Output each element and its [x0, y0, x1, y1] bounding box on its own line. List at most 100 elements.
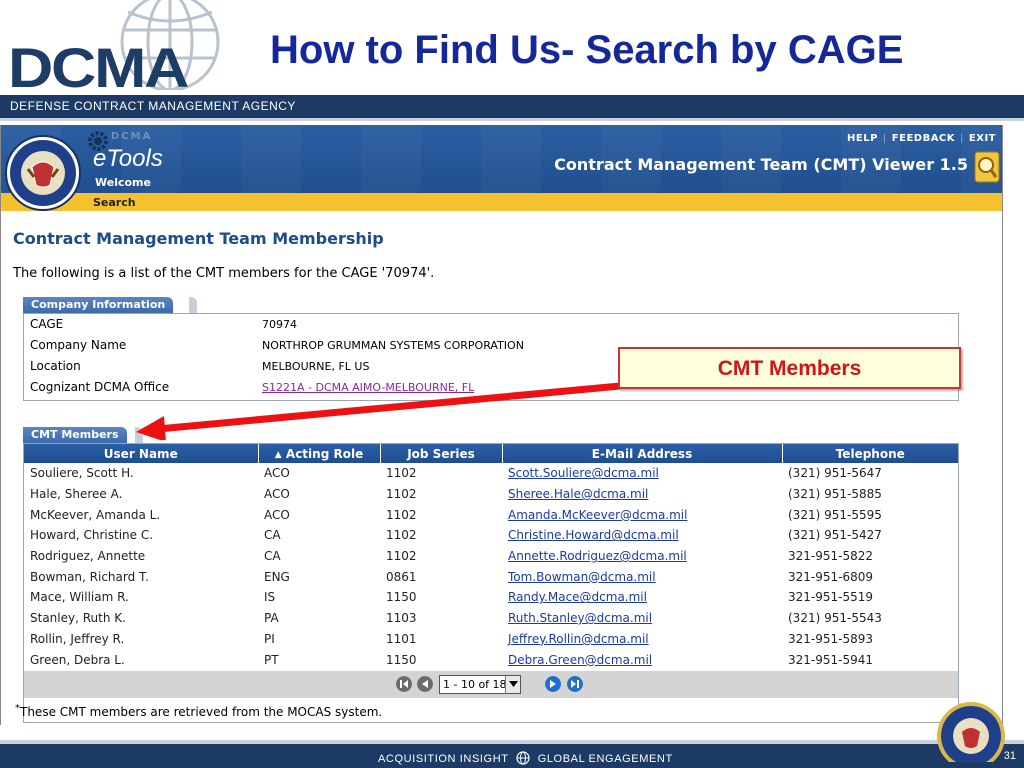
- page-range-value: 1 - 10 of 18: [443, 678, 507, 691]
- telephone-cell: (321) 951-5427: [788, 528, 882, 543]
- tagline: ACQUISITION INSIGHT GLOBAL ENGAGEMENT: [378, 751, 673, 765]
- email-link[interactable]: Randy.Mace@dcma.mil: [502, 587, 782, 608]
- email-link[interactable]: Annette.Rodriguez@dcma.mil: [502, 546, 782, 567]
- table-row: Stanley, Ruth K. PA 1103 Ruth.Stanley@dcma.…: [24, 608, 958, 629]
- welcome-label: Welcome: [95, 176, 151, 189]
- job-series-cell: 0861: [386, 569, 417, 584]
- acting-role-cell: CA: [264, 528, 281, 543]
- cmt-members-panel: User Name ▲ Acting Role Job Series E-Mai…: [23, 443, 959, 723]
- acting-role-cell: PI: [264, 631, 275, 646]
- page-range-select[interactable]: 1 - 10 of 18: [439, 675, 521, 694]
- column-header-telephone[interactable]: Telephone: [782, 444, 958, 463]
- telephone-cell: 321-951-5893: [788, 631, 874, 646]
- user-name-cell: Rodriguez, Annette: [30, 549, 146, 564]
- nav-item-search[interactable]: Search: [93, 196, 136, 209]
- nav-strip: Search: [1, 193, 1002, 211]
- agency-bar: DEFENSE CONTRACT MANAGEMENT AGENCY: [0, 95, 1024, 118]
- table-row: Bowman, Richard T. ENG 0861 Tom.Bowman@dcma…: [24, 566, 958, 587]
- email-link[interactable]: Amanda.McKeever@dcma.mil: [502, 504, 782, 525]
- user-name-cell: McKeever, Amanda L.: [30, 507, 161, 522]
- exit-link[interactable]: EXIT: [969, 133, 996, 144]
- dcma-seal-icon: [5, 135, 81, 211]
- job-series-cell: 1150: [386, 652, 417, 667]
- company-row-cage: CAGE 70974: [24, 314, 958, 335]
- globe-icon: [516, 751, 530, 765]
- first-page-icon[interactable]: [396, 676, 412, 692]
- job-series-cell: 1101: [386, 631, 417, 646]
- chevron-down-icon: [505, 676, 520, 693]
- magnifier-icon: [974, 151, 1000, 183]
- telephone-cell: 321-951-5941: [788, 652, 874, 667]
- email-link[interactable]: Scott.Souliere@dcma.mil: [502, 463, 782, 484]
- footnote-text: These CMT members are retrieved from the…: [20, 705, 383, 719]
- cmt-members-callout: CMT Members: [618, 347, 961, 389]
- corner-seal-icon: [937, 702, 1005, 762]
- user-name-cell: Hale, Sheree A.: [30, 487, 123, 502]
- last-page-icon[interactable]: [567, 676, 583, 692]
- table-row: Mace, William R. IS 1150 Randy.Mace@dcma.mi…: [24, 587, 958, 608]
- content: Contract Management Team Membership The …: [13, 229, 993, 281]
- help-link[interactable]: HELP: [847, 133, 878, 144]
- table-row: McKeever, Amanda L. ACO 1102 Amanda.McKeeve…: [24, 504, 958, 525]
- dcma-logo: DCMA: [8, 36, 189, 99]
- job-series-cell: 1102: [386, 549, 417, 564]
- company-label: Location: [30, 359, 81, 373]
- company-value: NORTHROP GRUMMAN SYSTEMS CORPORATION: [262, 339, 524, 352]
- telephone-cell: (321) 951-5543: [788, 611, 882, 626]
- members-table-body: Souliere, Scott H. ACO 1102 Scott.Souliere@…: [24, 463, 958, 670]
- job-series-cell: 1102: [386, 528, 417, 543]
- job-series-cell: 1102: [386, 466, 417, 481]
- divider: [0, 118, 1024, 121]
- tagline-right: GLOBAL ENGAGEMENT: [537, 753, 673, 765]
- job-series-cell: 1103: [386, 611, 417, 626]
- acting-role-cell: PA: [264, 611, 279, 626]
- pager: 1 - 10 of 18: [24, 671, 958, 698]
- user-name-cell: Howard, Christine C.: [30, 528, 154, 543]
- acting-role-cell: CA: [264, 549, 281, 564]
- tagline-left: ACQUISITION INSIGHT: [378, 753, 509, 765]
- callout-text: CMT Members: [717, 357, 862, 380]
- app-title: Contract Management Team (CMT) Viewer 1.…: [554, 155, 968, 174]
- table-row: Howard, Christine C. CA 1102 Christine.Howa…: [24, 525, 958, 546]
- page-heading: Contract Management Team Membership: [13, 229, 384, 248]
- etools-brand-name: eTools: [93, 145, 163, 172]
- email-link[interactable]: Debra.Green@dcma.mil: [502, 649, 782, 670]
- footnote: *These CMT members are retrieved from th…: [15, 703, 382, 719]
- company-label: Company Name: [30, 338, 127, 352]
- telephone-cell: (321) 951-5595: [788, 507, 882, 522]
- user-name-cell: Green, Debra L.: [30, 652, 125, 667]
- email-link[interactable]: Christine.Howard@dcma.mil: [502, 525, 782, 546]
- table-row: Rodriguez, Annette CA 1102 Annette.Rodrigue…: [24, 546, 958, 567]
- user-name-cell: Rollin, Jeffrey R.: [30, 631, 125, 646]
- cmt-members-tab: CMT Members: [23, 427, 127, 443]
- table-row: Hale, Sheree A. ACO 1102 Sheree.Hale@dcma.m…: [24, 484, 958, 505]
- previous-page-icon[interactable]: [417, 676, 433, 692]
- user-name-cell: Souliere, Scott H.: [30, 466, 134, 481]
- app-banner: DCMA eTools Welcome HELP | FEEDBACK | EXIT C…: [1, 125, 1002, 193]
- footer-bar: ACQUISITION INSIGHT GLOBAL ENGAGEMENT 31: [0, 744, 1024, 768]
- acting-role-cell: ENG: [264, 569, 290, 584]
- job-series-cell: 1102: [386, 507, 417, 522]
- acting-role-cell: IS: [264, 590, 276, 605]
- column-header-user-name[interactable]: User Name: [24, 444, 259, 463]
- telephone-cell: 321-951-5822: [788, 549, 874, 564]
- table-header-row: User Name ▲ Acting Role Job Series E-Mai…: [24, 444, 958, 463]
- email-link[interactable]: Tom.Bowman@dcma.mil: [502, 566, 782, 587]
- table-row: Rollin, Jeffrey R. PI 1101 Jeffrey.Rollin@d…: [24, 629, 958, 650]
- email-link[interactable]: Sheree.Hale@dcma.mil: [502, 484, 782, 505]
- table-row: Souliere, Scott H. ACO 1102 Scott.Souliere@…: [24, 463, 958, 484]
- job-series-cell: 1150: [386, 590, 417, 605]
- job-series-cell: 1102: [386, 487, 417, 502]
- email-link[interactable]: Jeffrey.Rollin@dcma.mil: [502, 629, 782, 650]
- next-page-icon[interactable]: [545, 676, 561, 692]
- user-name-cell: Mace, William R.: [30, 590, 129, 605]
- agency-name: DEFENSE CONTRACT MANAGEMENT AGENCY: [10, 99, 296, 113]
- telephone-cell: 321-951-6809: [788, 569, 874, 584]
- column-header-acting-role[interactable]: ▲ Acting Role: [258, 444, 381, 463]
- column-header-job-series[interactable]: Job Series: [380, 444, 503, 463]
- column-header-email[interactable]: E-Mail Address: [502, 444, 783, 463]
- feedback-link[interactable]: FEEDBACK: [892, 133, 955, 144]
- table-row: Green, Debra L. PT 1150 Debra.Green@dcma.mi…: [24, 649, 958, 670]
- telephone-cell: (321) 951-5885: [788, 487, 882, 502]
- email-link[interactable]: Ruth.Stanley@dcma.mil: [502, 608, 782, 629]
